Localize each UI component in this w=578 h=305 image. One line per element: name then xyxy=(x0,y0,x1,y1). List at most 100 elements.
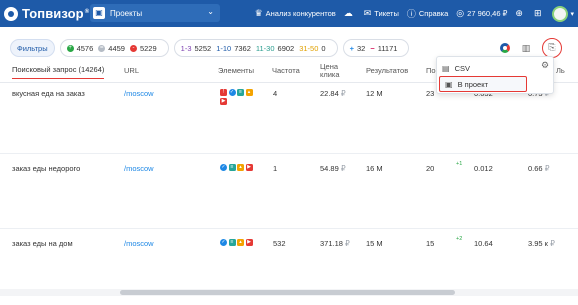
row-position: 23 xyxy=(426,89,435,98)
plus-icon: + xyxy=(349,43,354,53)
file-icon: ▤ xyxy=(442,63,450,73)
column-truncated[interactable]: Ль xyxy=(556,60,565,82)
range-1-3-label: 1-3 xyxy=(180,43,192,53)
column-position[interactable]: По xyxy=(426,60,436,82)
horizontal-scrollbar-thumb[interactable] xyxy=(120,290,455,295)
topvisor-logo-icon xyxy=(4,6,18,21)
grid-icon: ⊞ xyxy=(533,8,542,18)
dynamics-stats[interactable]: +4576 = 4459 -5229 xyxy=(59,39,169,57)
project-selector[interactable]: ▣ Проекты ⌄ xyxy=(90,4,220,22)
export-dropdown-menu: ▤ CSV ▣ В проект xyxy=(436,56,554,94)
list-element-icon: ≡ xyxy=(237,89,244,96)
range-1-10-label: 1-10 xyxy=(216,43,232,53)
mail-icon: ✉ xyxy=(363,8,372,18)
row-frequency: 1 xyxy=(273,164,278,173)
nav-help-label: Справка xyxy=(418,9,449,18)
nav-sync[interactable]: ☁ xyxy=(344,8,356,19)
export-csv-item[interactable]: ▤ CSV xyxy=(437,60,555,76)
balance-value: 27 960,46 ₽ xyxy=(467,9,508,18)
plus-minus-stats[interactable]: +32 −11171 xyxy=(342,39,410,57)
arrow-down-icon: - xyxy=(129,44,137,52)
export-icon: ⎘ xyxy=(548,42,556,52)
video-element-icon: ▶ xyxy=(245,239,253,246)
column-cost[interactable]: Цена клика xyxy=(320,60,356,82)
column-url[interactable]: URL xyxy=(124,60,139,82)
row-divider xyxy=(0,153,578,154)
crown-icon: ♛ xyxy=(254,8,263,18)
app-window: Топвизор® ▣ Проекты ⌄ ♛ Анализ конкурент… xyxy=(0,0,578,305)
stat-same-value: 4459 xyxy=(108,43,125,53)
nav-tickets-label: Тикеты xyxy=(374,9,399,18)
row-cost: 371.18 ₽ xyxy=(320,239,350,248)
image-element-icon: ▴ xyxy=(237,164,244,171)
stat-down-value: 5229 xyxy=(139,43,157,53)
minus-icon: − xyxy=(370,43,375,53)
row-url-link[interactable]: /moscow xyxy=(124,164,154,173)
column-elements[interactable]: Элементы xyxy=(218,60,254,82)
top-navigation-bar: Топвизор® ▣ Проекты ⌄ ♛ Анализ конкурент… xyxy=(0,0,578,27)
export-to-project-label: В проект xyxy=(457,79,489,89)
avatar[interactable] xyxy=(552,5,569,22)
row-query: заказ еды на дом xyxy=(12,239,73,248)
export-button[interactable]: ⎘ xyxy=(542,38,562,58)
nav-balance[interactable]: ◎ 27 960,46 ₽ xyxy=(456,8,507,19)
stat-up: +4576 xyxy=(66,44,93,53)
arrow-up-icon: + xyxy=(66,44,74,52)
row-ctr: 0.012 xyxy=(474,164,493,173)
plus-circle-icon: ⊕ xyxy=(515,8,523,18)
briefcase-icon: ▣ xyxy=(93,7,105,19)
row-cost: 22.84 ₽ xyxy=(320,89,346,98)
row-results: 16 M xyxy=(366,164,383,173)
columns-icon[interactable]: ▥ xyxy=(519,41,533,55)
row-url-link[interactable]: /moscow xyxy=(124,89,154,98)
row-position: 20 xyxy=(426,164,435,173)
logo-text: Топвизор® xyxy=(22,6,90,21)
column-results[interactable]: Результатов xyxy=(366,60,408,82)
grid-menu-button[interactable]: ⊞ xyxy=(534,8,545,19)
row-position: 15 xyxy=(426,239,435,248)
row-url-link[interactable]: /moscow xyxy=(124,239,154,248)
avatar-chevron-icon[interactable]: ▾ xyxy=(570,10,574,18)
video-element-icon: ▶ xyxy=(245,164,253,171)
wallet-icon: ◎ xyxy=(456,8,465,18)
cloud-sync-icon: ☁ xyxy=(343,8,353,18)
image-element-icon: ▴ xyxy=(245,89,253,96)
row-position-delta: +1 xyxy=(456,161,463,167)
help-icon: ⓘ xyxy=(406,9,416,19)
verified-element-icon: ✓ xyxy=(228,89,236,96)
row-elements: ✓ ≡ ▴ ▶ xyxy=(220,164,260,173)
nav-help[interactable]: ⓘ Справка xyxy=(407,7,448,20)
gear-icon[interactable]: ⚙ xyxy=(541,60,549,71)
row-results: 12 M xyxy=(366,89,383,98)
export-to-project-item[interactable]: ▣ В проект xyxy=(439,76,527,92)
row-elements: ✓ ≡ ▴ ▶ xyxy=(220,239,260,248)
range-11-30-value: 6902 xyxy=(277,43,295,53)
stat-down: -5229 xyxy=(129,43,157,53)
minus-value: 11171 xyxy=(377,43,398,53)
nav-competitor-analysis-label: Анализ конкурентов xyxy=(265,9,336,18)
briefcase-icon: ▣ xyxy=(445,79,453,89)
row-position-delta: +2 xyxy=(456,236,463,242)
project-selector-label: Проекты xyxy=(110,8,143,18)
row-frequency: 532 xyxy=(273,239,286,248)
nav-tickets[interactable]: ✉ Тикеты xyxy=(364,8,399,19)
plus-value: 32 xyxy=(356,43,366,53)
verified-element-icon: ✓ xyxy=(220,164,227,171)
row-results: 15 M xyxy=(366,239,383,248)
row-cost: 54.89 ₽ xyxy=(320,164,346,173)
chart-donut-icon[interactable] xyxy=(500,43,510,53)
top-nav-items: ♛ Анализ конкурентов ☁ ✉ Тикеты ⓘ Справк… xyxy=(247,0,574,27)
column-query[interactable]: Поисковый запрос (14264) xyxy=(12,63,105,79)
range-31-50-value: 0 xyxy=(321,43,326,53)
logo[interactable]: Топвизор® xyxy=(4,6,89,21)
row-value: 3.95 к ₽ xyxy=(528,239,555,248)
nav-competitor-analysis[interactable]: ♛ Анализ конкурентов xyxy=(255,8,336,19)
position-ranges[interactable]: 1-3 5252 1-10 7362 11-30 6902 31-50 0 xyxy=(173,39,338,57)
filters-button[interactable]: Фильтры xyxy=(10,39,55,57)
row-query: вкусная еда на заказ xyxy=(12,89,85,98)
add-button[interactable]: ⊕ xyxy=(515,8,526,19)
list-element-icon: ≡ xyxy=(228,164,236,171)
column-frequency[interactable]: Частота xyxy=(272,60,300,82)
export-csv-label: CSV xyxy=(454,63,470,73)
range-31-50-label: 31-50 xyxy=(299,43,319,53)
